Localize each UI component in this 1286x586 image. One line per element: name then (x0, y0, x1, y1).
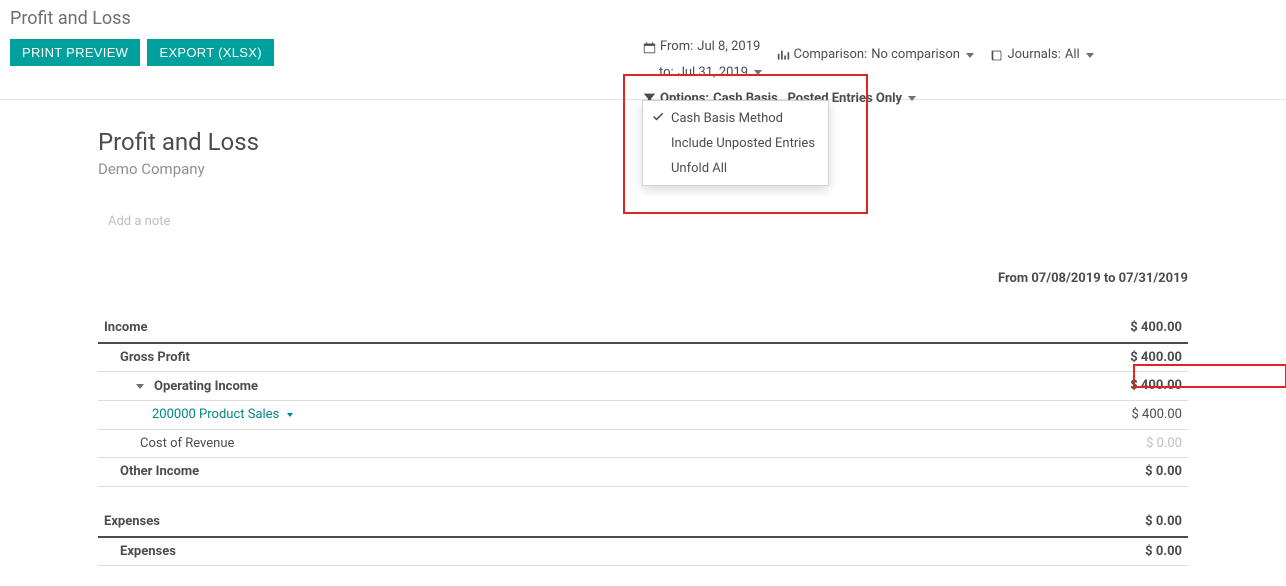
row-product-sales[interactable]: 200000 Product Sales $ 400.00 (98, 401, 1188, 430)
caret-down-icon (754, 70, 762, 75)
row-expenses[interactable]: Expenses $ 0.00 (98, 508, 1188, 537)
caret-down-icon (966, 53, 974, 58)
option-label: Unfold All (671, 161, 727, 176)
row-value: $ 0.00 (1145, 464, 1182, 479)
row-operating-income[interactable]: Operating Income $ 400.00 (98, 372, 1188, 401)
from-value: Jul 8, 2019 (697, 36, 760, 58)
date-from-control[interactable]: From: Jul 8, 2019 (643, 36, 760, 58)
comparison-label: Comparison: (794, 44, 868, 66)
account-link[interactable]: 200000 Product Sales (152, 405, 279, 425)
report-table: Income $ 400.00 Gross Profit $ 400.00 Op… (98, 314, 1188, 566)
row-value: $ 400.00 (1130, 378, 1182, 393)
to-value: Jul 31, 2019 (678, 62, 748, 84)
option-label: Cash Basis Method (671, 111, 783, 126)
row-value: $ 0.00 (1145, 544, 1182, 559)
bar-chart-icon (777, 49, 790, 62)
caret-down-icon (287, 413, 293, 417)
row-cost-of-revenue[interactable]: Cost of Revenue $ 0.00 (98, 429, 1188, 458)
page-title: Profit and Loss (10, 8, 1276, 29)
check-icon (651, 110, 665, 126)
comparison-value: No comparison (871, 44, 960, 66)
from-label: From: (660, 36, 693, 58)
row-expenses-sub[interactable]: Expenses $ 0.00 (98, 537, 1188, 566)
journals-control[interactable]: Journals: All (990, 44, 1093, 66)
row-income[interactable]: Income $ 400.00 (98, 314, 1188, 343)
row-label: Other Income (120, 464, 199, 479)
row-label: Cost of Revenue (140, 434, 234, 454)
row-value: $ 400.00 (1130, 350, 1182, 365)
caret-down-icon (1086, 53, 1094, 58)
row-label: Income (104, 320, 147, 335)
print-preview-button[interactable]: PRINT PREVIEW (10, 39, 140, 66)
caret-down-icon (908, 96, 916, 101)
calendar-icon (643, 41, 656, 54)
comparison-control[interactable]: Comparison: No comparison (777, 44, 974, 66)
row-label: Gross Profit (120, 350, 190, 365)
book-icon (990, 49, 1003, 62)
row-value: $ 400.00 (1068, 401, 1188, 430)
expand-icon (136, 384, 144, 389)
options-dropdown: Cash Basis Method Include Unposted Entri… (642, 100, 829, 186)
row-label: Operating Income (154, 377, 258, 397)
option-unfold-all[interactable]: Unfold All (643, 156, 828, 181)
row-label: Expenses (104, 514, 160, 529)
option-include-unposted[interactable]: Include Unposted Entries (643, 131, 828, 156)
journals-value: All (1065, 44, 1080, 66)
add-note-link[interactable]: Add a note (108, 214, 1188, 229)
row-value: $ 400.00 (1130, 320, 1182, 335)
row-gross-profit[interactable]: Gross Profit $ 400.00 (98, 343, 1188, 372)
journals-label: Journals: (1007, 44, 1060, 66)
row-other-income[interactable]: Other Income $ 0.00 (98, 458, 1188, 487)
row-value: $ 0.00 (1145, 514, 1182, 529)
to-label: to: (659, 62, 674, 84)
row-label: Expenses (120, 544, 176, 559)
export-xlsx-button[interactable]: EXPORT (XLSX) (147, 39, 273, 66)
report-date-range: From 07/08/2019 to 07/31/2019 (98, 271, 1188, 286)
row-value: $ 0.00 (1068, 429, 1188, 458)
date-to-control[interactable]: to: Jul 31, 2019 (659, 62, 762, 84)
option-cash-basis[interactable]: Cash Basis Method (643, 105, 828, 131)
option-label: Include Unposted Entries (671, 136, 815, 151)
